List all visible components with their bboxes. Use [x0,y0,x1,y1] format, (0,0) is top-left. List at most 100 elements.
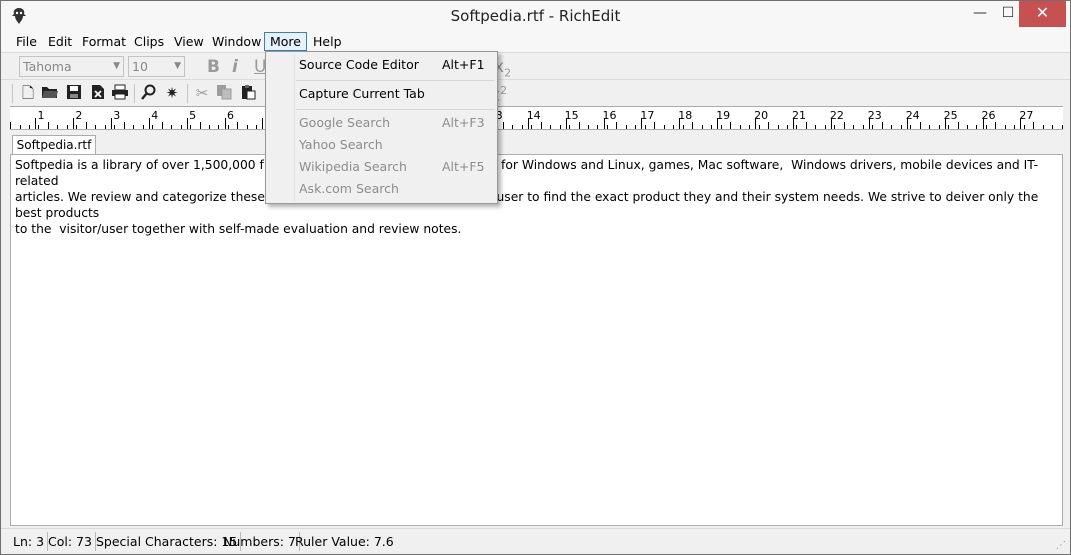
ruler-tick [527,118,529,129]
magic-icon[interactable]: ✷ [163,84,181,102]
new-file-icon[interactable]: 🗋 [19,84,37,102]
ruler-tick [1020,118,1022,129]
ruler-tick [755,118,757,129]
menu-item-label: Ask.com Search [299,181,399,196]
editor-line: articles. We review and categorize these… [15,190,1043,220]
ruler-tick [768,122,769,129]
ruler-tick [663,125,665,129]
ruler-tick [967,125,968,129]
menu-clips[interactable]: Clips [129,32,169,51]
cut-icon[interactable]: ✂ [193,84,211,102]
ruler-tick [152,125,154,129]
ruler-tick [1061,125,1063,129]
ruler-tick [900,125,902,129]
toolbar-separator [187,84,188,103]
ruler-tick [1023,125,1025,129]
ruler-number: 20 [754,109,769,122]
menu-bar: File Edit Format Clips View Window More … [1,31,1070,52]
ruler-tick [948,125,949,129]
font-size-combo[interactable]: 10 ▼ [128,56,185,77]
resize-grip-icon[interactable]: ⋰ [1056,540,1066,551]
ruler-tick [982,118,984,129]
copy-icon[interactable] [215,84,233,102]
ruler-number: 14 [526,109,541,122]
ruler-tick [906,118,908,129]
document-tabs: Softpedia.rtf [10,132,1063,155]
ruler-tick [834,125,836,129]
ruler-number: 1 [37,109,45,122]
ruler-tick [35,118,36,129]
menu-more[interactable]: More [264,32,307,51]
ruler-tick [730,122,732,129]
ruler-tick [10,122,11,129]
menu-view[interactable]: View [169,32,209,51]
menu-item-label: Capture Current Tab [299,86,425,101]
ruler-number: 16 [602,109,617,122]
ruler-tick [929,125,931,129]
ruler[interactable]: 1234567891011121314151617181920212223242… [10,106,1063,130]
ruler-number: 26 [981,109,996,122]
ruler-tick [830,118,832,129]
tab-softpedia-rtf[interactable]: Softpedia.rtf [12,135,96,155]
close-button[interactable]: ✕ [1019,1,1066,27]
ruler-tick [142,125,144,129]
ruler-tick [237,122,239,129]
ruler-tick [148,118,150,129]
ruler-tick [868,118,870,129]
ruler-tick [218,125,220,129]
ruler-tick [47,122,49,129]
bold-button[interactable]: B [207,56,220,78]
ruler-tick [559,125,561,129]
ruler-tick [625,125,627,129]
ruler-tick [1004,125,1006,129]
ruler-tick [796,125,798,129]
ruler-tick [1014,125,1016,129]
ruler-tick [910,125,912,129]
ruler-tick [227,125,229,129]
ruler-tick [66,125,68,129]
more-menu-dropdown: Source Code Editor Alt+F1 Capture Curren… [265,51,498,204]
text-editor[interactable]: Softpedia is a library of over 1,500,000… [10,154,1063,526]
ruler-tick [777,125,779,129]
print-icon[interactable] [111,84,129,102]
close-file-icon[interactable] [89,84,107,102]
italic-button[interactable]: i [232,56,238,78]
menu-item-shortcut: Alt+F1 [442,57,485,72]
ruler-tick [957,122,959,129]
ruler-tick [262,118,264,129]
subscript-mark: 2 [500,84,508,97]
menu-item-yahoo-search[interactable]: Yahoo Search [268,134,495,156]
menu-file[interactable]: File [11,32,42,51]
menu-help[interactable]: Help [308,32,347,51]
ruler-tick [692,122,694,129]
ruler-number: 23 [867,109,882,122]
ruler-tick [711,125,713,129]
ruler-tick [531,125,533,129]
status-ruler-value: Ruler Value: 7.6 [295,534,394,549]
menu-item-wikipedia-search[interactable]: Wikipedia Search Alt+F5 [268,156,495,178]
find-icon[interactable] [140,84,158,102]
paste-icon[interactable] [239,84,257,102]
ruler-tick [171,125,173,129]
font-name-combo[interactable]: Tahoma ▼ [19,56,124,77]
menu-item-google-search[interactable]: Google Search Alt+F3 [268,112,495,134]
save-icon[interactable] [65,84,83,102]
minimize-button[interactable]: — [965,1,995,27]
menu-separator [296,109,494,110]
menu-item-capture-current-tab[interactable]: Capture Current Tab [268,83,495,105]
menu-window[interactable]: Window [207,32,266,51]
menu-edit[interactable]: Edit [43,32,77,51]
ruler-tick [641,118,643,129]
format-toolbar: Tahoma ▼ 10 ▼ B i U x2 [1,52,1070,79]
open-folder-icon[interactable] [41,84,59,102]
ruler-tick [38,125,40,129]
ruler-number: 27 [1019,109,1034,122]
menu-item-source-code-editor[interactable]: Source Code Editor Alt+F1 [268,54,495,76]
ruler-tick [256,125,258,129]
ruler-tick [606,125,608,129]
menu-format[interactable]: Format [77,32,131,51]
ruler-tick [199,122,201,129]
ruler-number: 15 [564,109,579,122]
ruler-tick [786,125,788,129]
menu-item-ask-search[interactable]: Ask.com Search [268,178,495,200]
